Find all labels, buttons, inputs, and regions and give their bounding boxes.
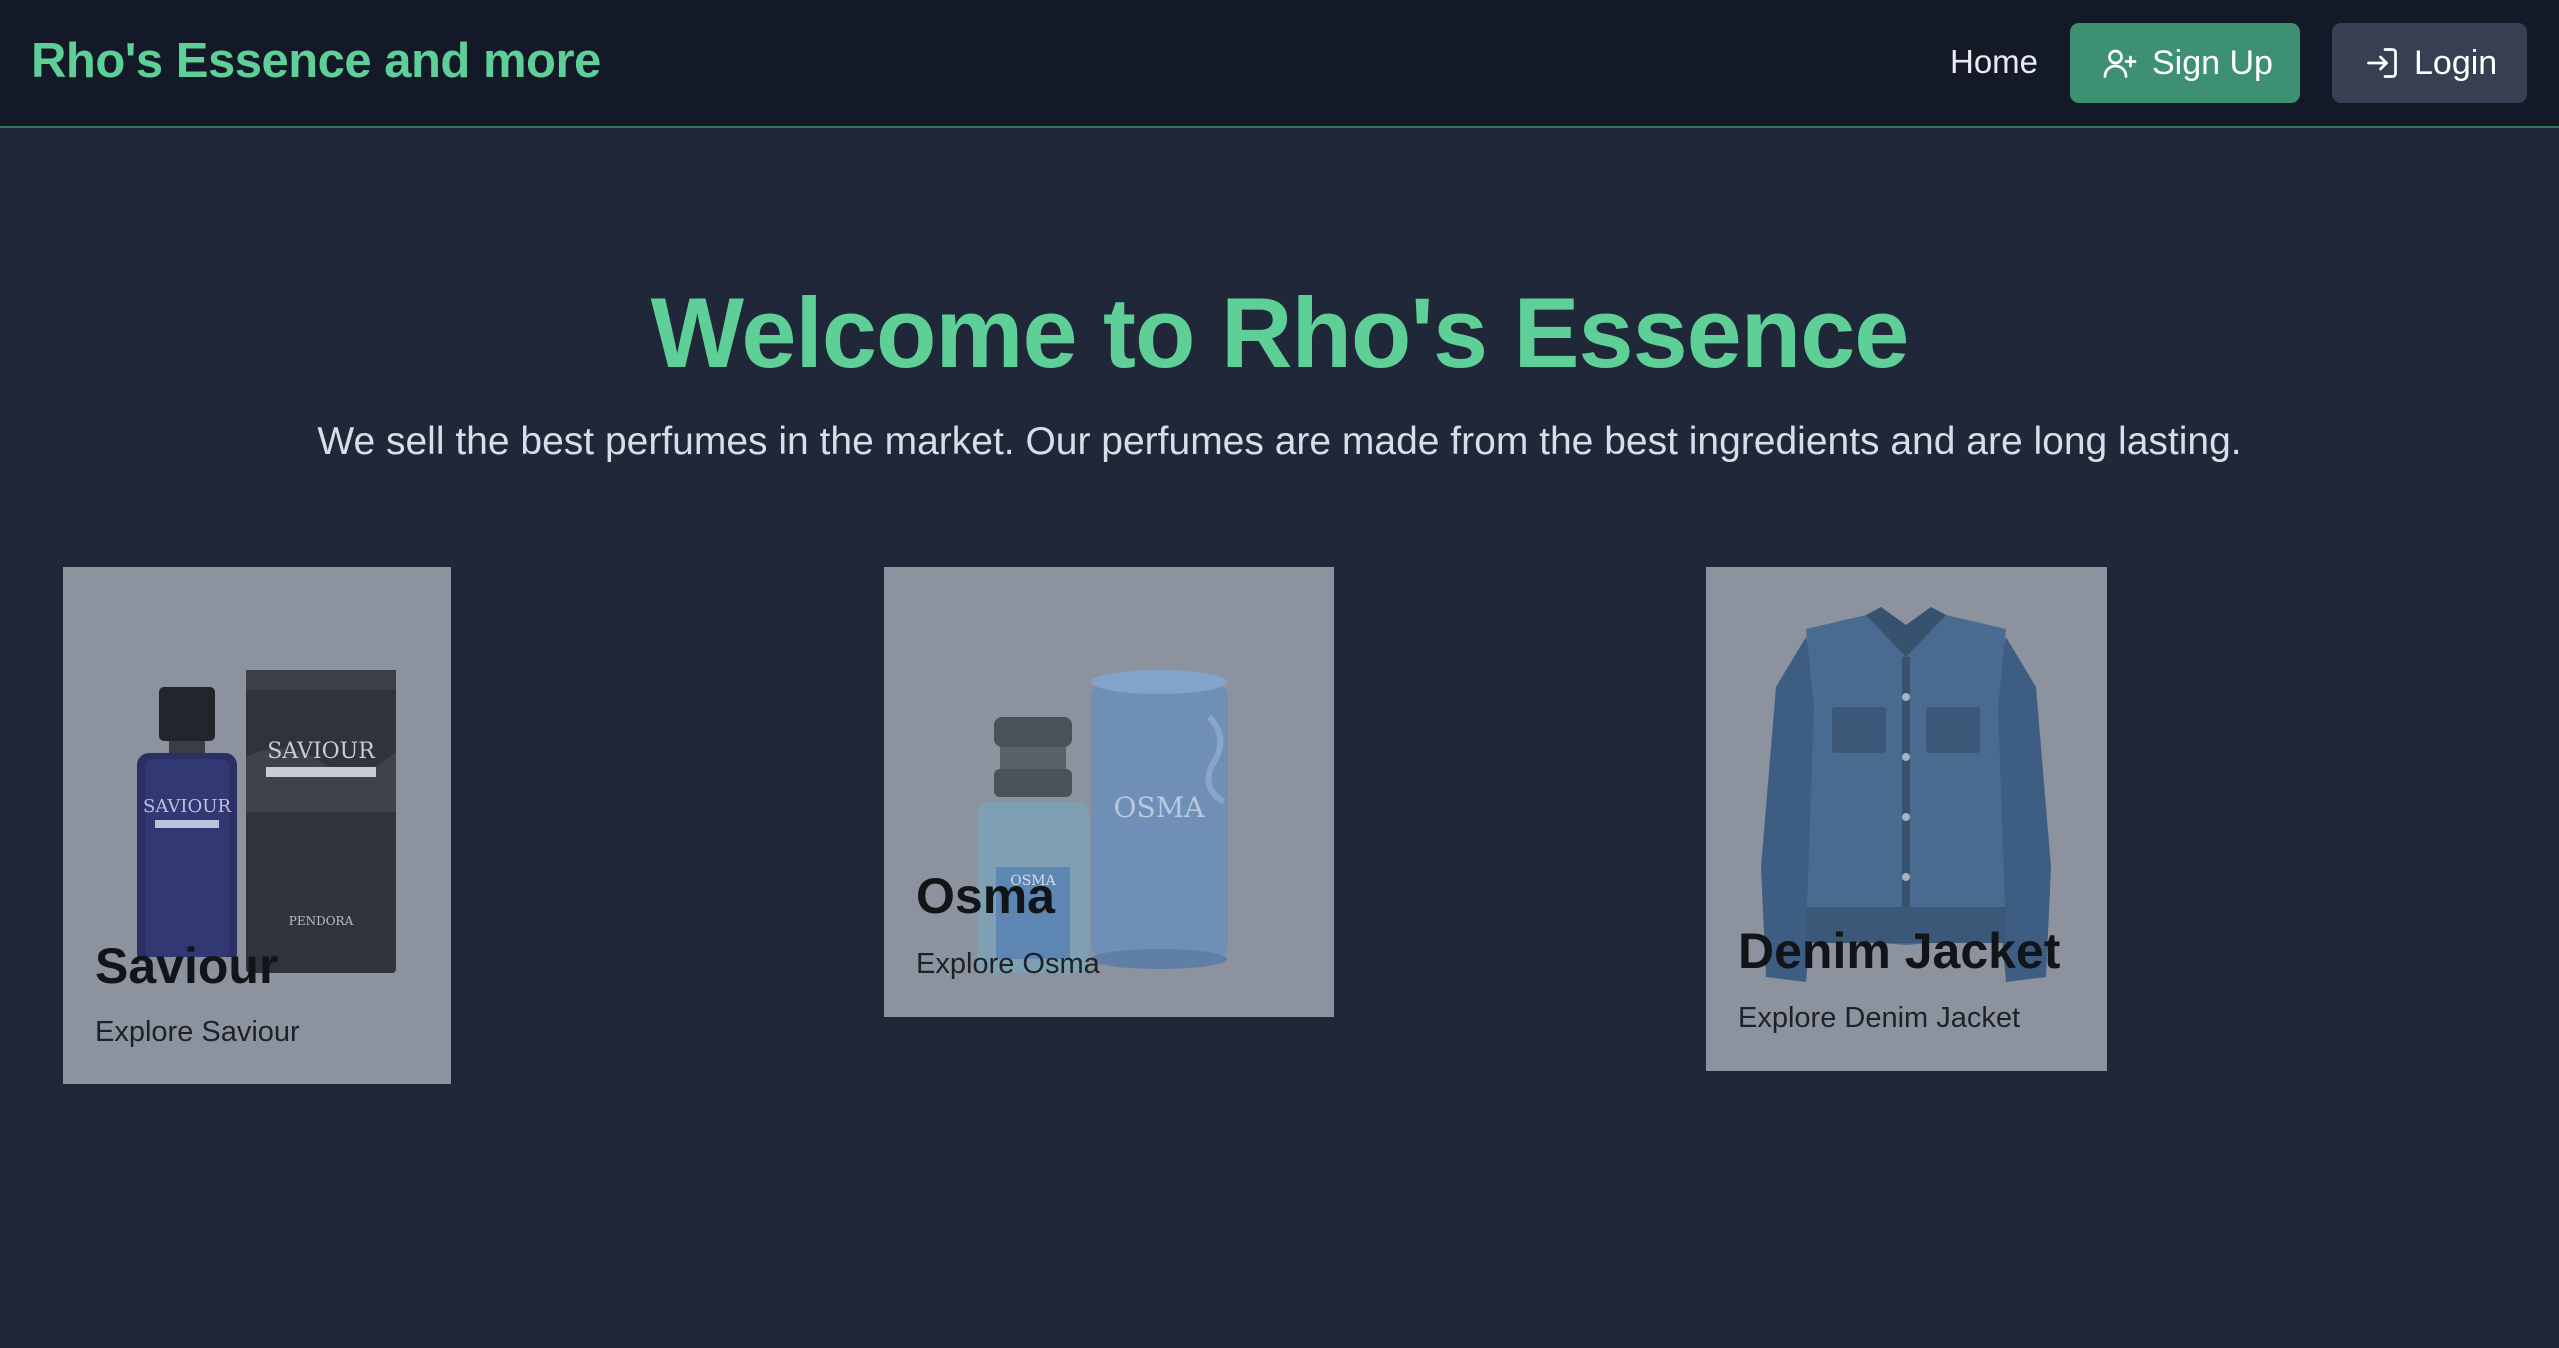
product-title: Saviour [95, 938, 279, 994]
product-card-saviour[interactable]: SAVIOUR PENDORA SAVIOUR Saviour Explore … [63, 567, 451, 1084]
explore-link[interactable]: Explore Osma [916, 948, 1100, 981]
navbar: Rho's Essence and more Home Sign Up Logi… [0, 0, 2559, 128]
svg-text:SAVIOUR: SAVIOUR [267, 739, 376, 764]
sign-up-button[interactable]: Sign Up [2070, 23, 2300, 103]
svg-text:SAVIOUR: SAVIOUR [143, 796, 231, 817]
svg-text:OSMA: OSMA [1113, 791, 1205, 824]
product-title: Denim Jacket [1738, 923, 2061, 979]
explore-link[interactable]: Explore Denim Jacket [1738, 1002, 2020, 1035]
sign-up-label: Sign Up [2152, 43, 2273, 82]
product-card-osma[interactable]: OSMA OSMA Osma Explore Osma [884, 567, 1334, 1017]
product-card-denim-jacket[interactable]: Denim Jacket Explore Denim Jacket [1706, 567, 2107, 1071]
svg-text:PENDORA: PENDORA [289, 914, 354, 928]
page-title: Welcome to Rho's Essence [650, 277, 1910, 388]
product-title: Osma [916, 868, 1055, 924]
denim-jacket-image [1706, 567, 2107, 1071]
saviour-perfume-image: SAVIOUR PENDORA SAVIOUR [63, 567, 451, 1084]
brand-logo-text[interactable]: Rho's Essence and more [31, 33, 601, 89]
explore-link[interactable]: Explore Saviour [95, 1016, 300, 1049]
user-plus-icon [2102, 45, 2138, 81]
nav-home-link[interactable]: Home [1950, 43, 2038, 81]
login-button[interactable]: Login [2332, 23, 2527, 103]
login-label: Login [2414, 43, 2498, 82]
page-subtitle: We sell the best perfumes in the market.… [317, 420, 2242, 463]
log-in-icon [2364, 45, 2400, 81]
